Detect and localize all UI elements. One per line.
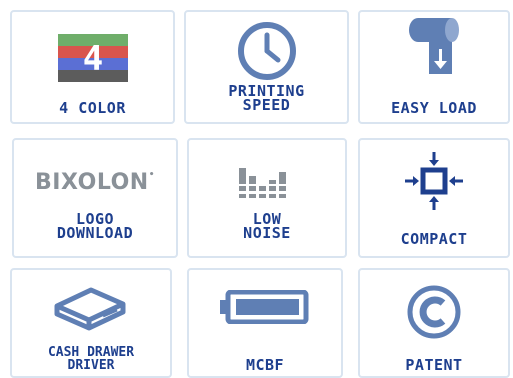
compact-arrows-icon <box>360 150 508 212</box>
feature-label-logo-download: LOGO DOWNLOAD <box>56 210 134 242</box>
clock-icon <box>186 20 347 82</box>
feature-tile-4-color: 4 4 COLOR <box>10 10 175 124</box>
feature-label-cash-drawer-driver: CASH DRAWER DRIVER <box>47 345 135 373</box>
feature-tile-patent: PATENT <box>358 268 510 378</box>
feature-label-mcbf: MCBF <box>245 356 285 374</box>
cash-drawer-icon <box>12 284 170 334</box>
feature-tile-compact: COMPACT <box>358 138 510 258</box>
feature-label-easy-load: EASY LOAD <box>391 99 477 117</box>
paper-roll-icon <box>360 18 508 82</box>
feature-tile-cash-drawer-driver: CASH DRAWER DRIVER <box>10 268 172 378</box>
feature-grid: 4 4 COLOR PRINTING SPEED EASY LOAD BIXOL… <box>0 0 513 378</box>
feature-tile-logo-download: BIXOLON • LOGO DOWNLOAD <box>12 138 178 258</box>
bixolon-logo-icon: BIXOLON • <box>35 170 155 195</box>
feature-tile-printing-speed: PRINTING SPEED <box>184 10 349 124</box>
feature-label-low-noise: LOW NOISE <box>243 210 291 242</box>
sound-bars-icon <box>189 158 345 198</box>
feature-label-patent: PATENT <box>405 356 463 374</box>
feature-tile-mcbf: MCBF <box>187 268 343 378</box>
feature-label-4-color: 4 COLOR <box>59 99 126 117</box>
bixolon-logo-text: BIXOLON <box>35 170 149 195</box>
feature-label-printing-speed: PRINTING SPEED <box>228 82 305 114</box>
feature-tile-low-noise: LOW NOISE <box>187 138 347 258</box>
feature-tile-easy-load: EASY LOAD <box>358 10 510 124</box>
battery-icon <box>189 290 341 324</box>
feature-label-compact: COMPACT <box>400 230 468 248</box>
four-color-icon: 4 <box>12 34 173 82</box>
four-color-badge: 4 <box>82 39 102 79</box>
copyright-icon <box>360 284 508 340</box>
